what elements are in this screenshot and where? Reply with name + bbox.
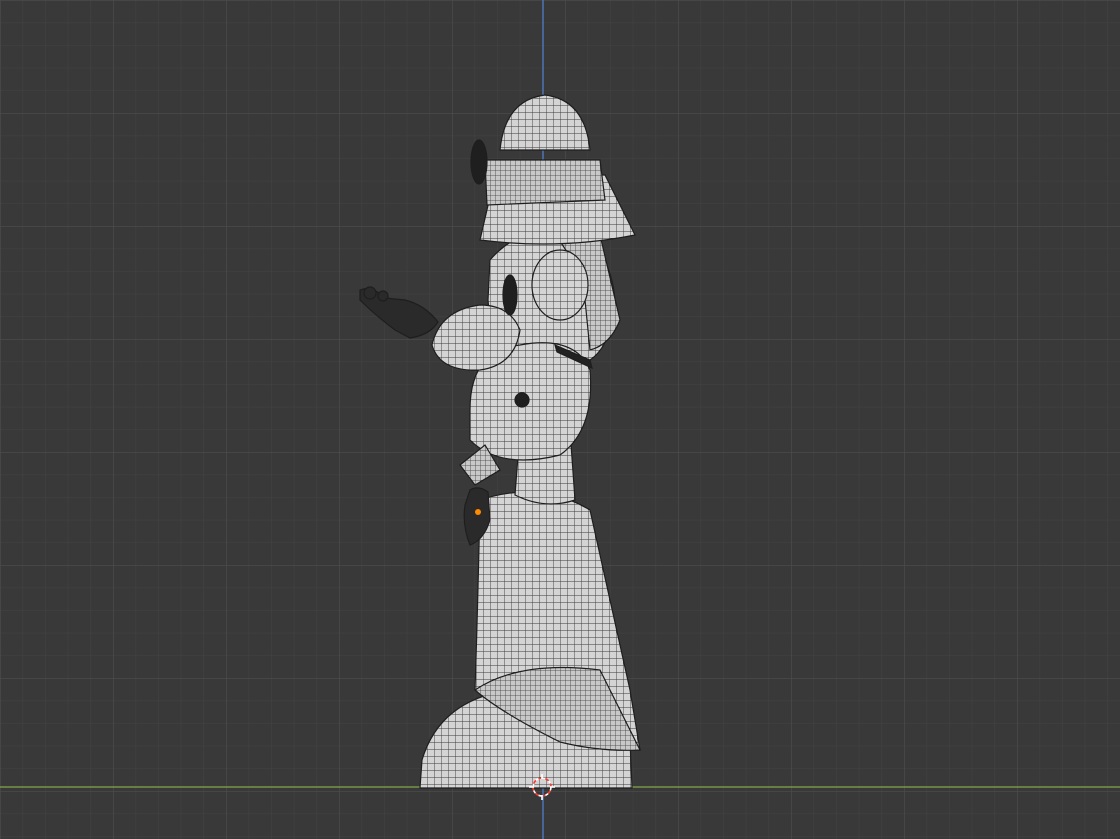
3d-viewport[interactable] [0,0,1120,839]
model-torso-disc [502,274,518,316]
model-helmet-band[interactable] [484,159,606,206]
viewport-canvas[interactable] [0,0,1120,839]
selection-dot[interactable] [475,509,481,515]
model-shoulder[interactable] [531,249,589,321]
model-helmet-disc[interactable] [470,139,488,185]
model-arm-bolt [514,392,530,408]
